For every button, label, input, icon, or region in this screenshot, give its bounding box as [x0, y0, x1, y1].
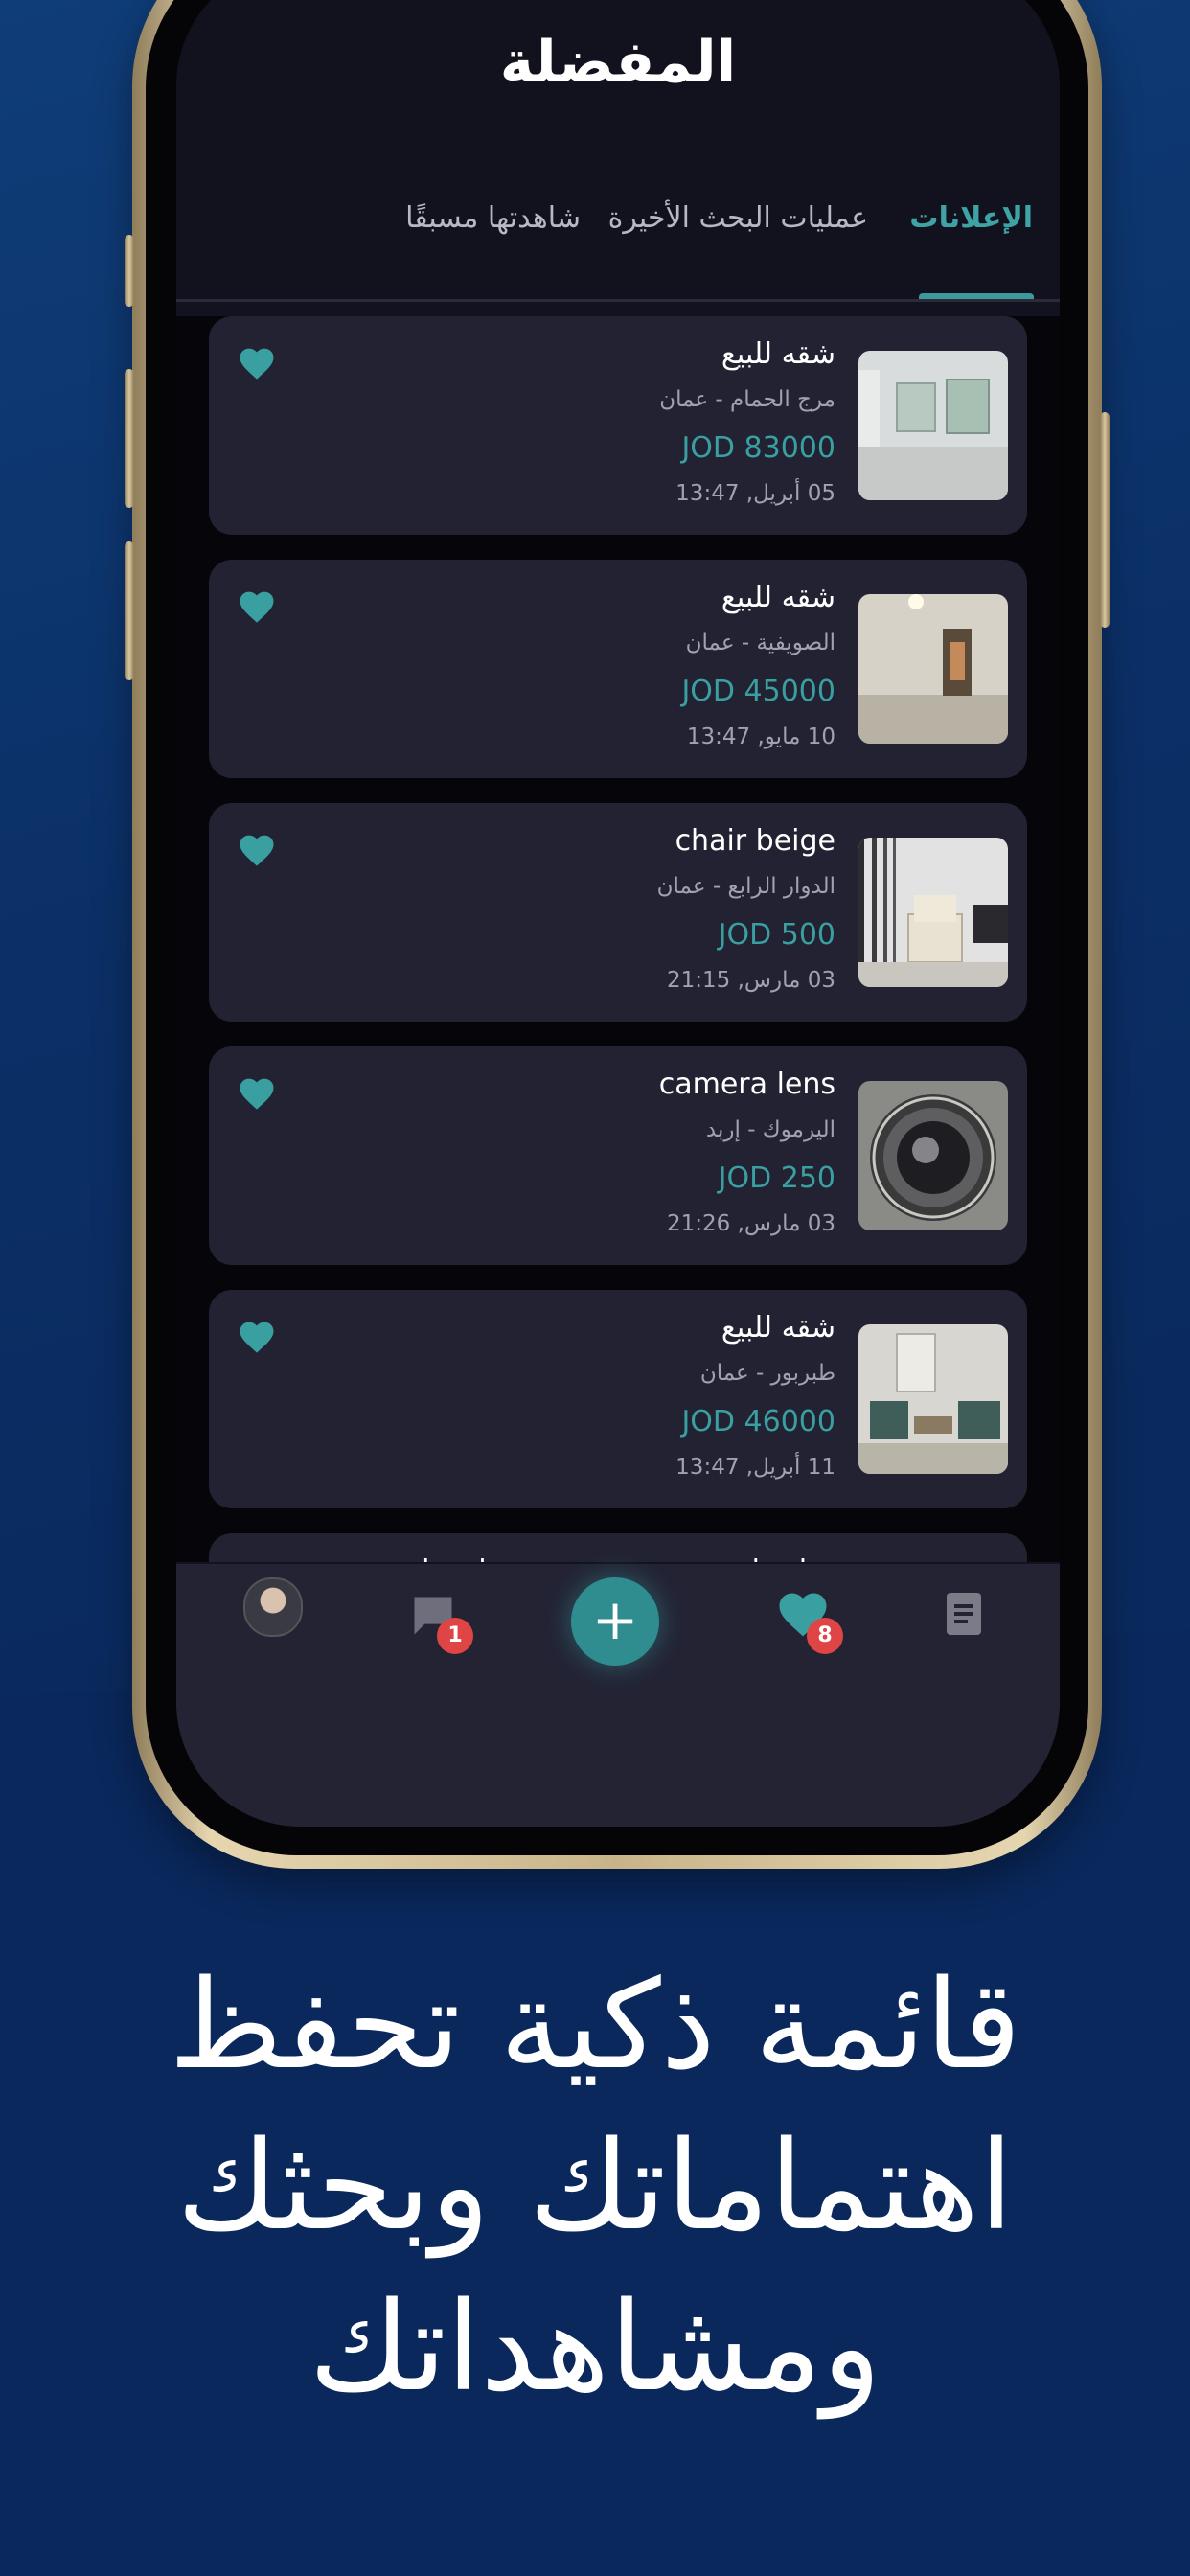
listing-location: الدوار الرابع - عمان [656, 874, 835, 899]
phone-volume-down [125, 541, 134, 680]
favorites-list[interactable]: شقه للبيع مرج الحمام - عمان JOD 83000 05… [176, 316, 1060, 1562]
heart-icon[interactable] [238, 1075, 276, 1112]
listing-title: شقه للبيع [721, 337, 835, 371]
favorite-card[interactable]: شقه للبيع الصويفية - عمان JOD 45000 10 م… [209, 560, 1027, 778]
tab-recent-searches[interactable]: عمليات البحث الأخيرة [608, 201, 868, 235]
favorite-card[interactable]: chair beige الدوار الرابع - عمان JOD 500… [209, 803, 1027, 1022]
favorite-card[interactable]: camera lens اليرموك - إربد JOD 250 03 ما… [209, 1046, 1027, 1265]
listing-price: JOD 83000 [681, 431, 835, 465]
document-icon [947, 1593, 981, 1635]
favorites-badge: 8 [807, 1618, 843, 1654]
listing-thumbnail [858, 1081, 1008, 1230]
profile-avatar[interactable] [243, 1577, 303, 1637]
heart-icon[interactable] [238, 832, 276, 868]
listing-title: camera lens [658, 1068, 835, 1101]
listing-price: JOD 250 [718, 1162, 835, 1195]
listing-thumbnail [858, 838, 1008, 987]
caption-line: ومشاهداتك [309, 2276, 881, 2419]
listing-title: chair beige [675, 824, 835, 858]
heart-icon[interactable] [238, 1319, 276, 1355]
nav-messages[interactable]: 1 [408, 1591, 473, 1654]
app-screen: المفضلة الإعلانات عمليات البحث الأخيرة ش… [176, 0, 1060, 1827]
tab-ads[interactable]: الإعلانات [909, 201, 1033, 235]
listing-thumbnail [858, 1324, 1008, 1474]
caption-line: اهتماماتك وبحثك [176, 2115, 1014, 2258]
caption-line: قائمة ذكية تحفظ [169, 1954, 1021, 2097]
listing-price: JOD 500 [718, 918, 835, 952]
listing-location: الصويفية - عمان [685, 631, 835, 656]
favorite-card[interactable]: شقه للبيع مرج الحمام - عمان JOD 83000 05… [209, 316, 1027, 535]
listing-price: JOD 46000 [681, 1405, 835, 1438]
bottom-nav: 1 + 8 [176, 1564, 1060, 1827]
heart-icon[interactable] [238, 588, 276, 625]
add-listing-button[interactable]: + [571, 1577, 659, 1666]
favorite-card[interactable]: قطعة ارض شرق جرش - منطقة نادره _ حمامه [209, 1533, 1027, 1562]
listing-date: 03 مارس, 21:15 [666, 968, 835, 993]
listing-title: شقه للبيع [721, 1311, 835, 1345]
listing-location: مرج الحمام - عمان [659, 387, 835, 412]
listing-thumbnail [858, 351, 1008, 500]
listing-date: 11 أبريل, 13:47 [675, 1455, 835, 1480]
page-title: المفضلة [499, 29, 737, 96]
listing-title: شقه للبيع [721, 581, 835, 614]
phone-power-button [1100, 412, 1110, 628]
header: المفضلة الإعلانات عمليات البحث الأخيرة ش… [176, 0, 1060, 302]
tab-bar: الإعلانات عمليات البحث الأخيرة شاهدتها م… [176, 201, 1060, 259]
nav-favorites[interactable]: 8 [776, 1589, 843, 1654]
listing-date: 05 أبريل, 13:47 [675, 481, 835, 506]
nav-my-listings[interactable] [941, 1589, 987, 1639]
listing-thumbnail [858, 594, 1008, 744]
messages-badge: 1 [437, 1618, 473, 1654]
heart-icon[interactable] [238, 345, 276, 381]
phone-volume-up [125, 369, 134, 508]
listing-date: 10 مايو, 13:47 [686, 724, 835, 749]
listing-title: قطعة ارض شرق جرش - منطقة نادره _ حمامه [299, 1551, 835, 1562]
tab-divider [176, 299, 1060, 302]
promo-caption: قائمة ذكية تحفظ اهتماماتك وبحثك ومشاهدات… [0, 1945, 1190, 2428]
listing-location: اليرموك - إربد [705, 1117, 835, 1142]
listing-date: 03 مارس, 21:26 [666, 1211, 835, 1236]
tab-previously-viewed[interactable]: شاهدتها مسبقًا [405, 201, 581, 235]
add-icon: + [591, 1587, 639, 1652]
listing-location: طبربور - عمان [699, 1361, 835, 1386]
favorite-card[interactable]: شقه للبيع طبربور - عمان JOD 46000 11 أبر… [209, 1290, 1027, 1508]
phone-side-button [125, 235, 134, 307]
listing-price: JOD 45000 [681, 675, 835, 708]
